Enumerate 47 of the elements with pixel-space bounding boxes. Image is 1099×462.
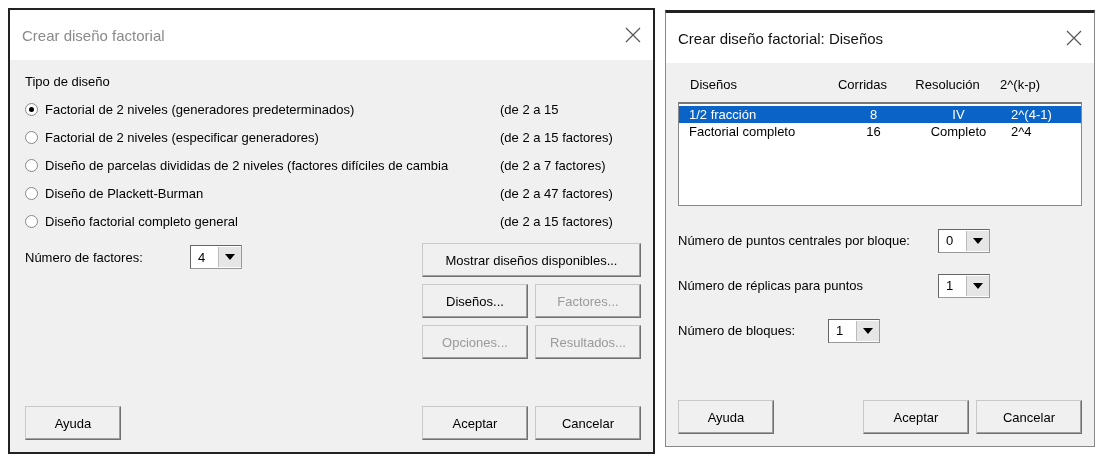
radio-dot[interactable] xyxy=(25,186,38,200)
help-button[interactable]: Ayuda xyxy=(678,400,774,434)
dialog-button[interactable]: Aceptar xyxy=(863,400,969,434)
dialog-button[interactable]: Diseños... xyxy=(422,284,528,318)
column-header: Corridas xyxy=(836,77,889,92)
column-header: 2^(k-p) xyxy=(1000,77,1042,92)
column-header: Resolución xyxy=(914,77,981,92)
dropdown-field[interactable]: 4 xyxy=(190,245,242,269)
dialog-button[interactable]: Aceptar xyxy=(422,406,528,440)
dialog-button[interactable]: Cancelar xyxy=(976,400,1082,434)
radio-dot[interactable] xyxy=(25,102,38,116)
design-type-radio[interactable]: Diseño de parcelas divididas de 2 niveles (factores difíciles de cambia xyxy=(25,157,500,173)
field-label: Número de réplicas para puntos xyxy=(678,278,864,293)
close-icon[interactable] xyxy=(1066,30,1082,46)
factor-range: (de 2 a 15 factores) xyxy=(500,129,614,145)
field-label: Número de puntos centrales por bloque: xyxy=(678,233,911,248)
design-type-radio[interactable]: Diseño de Plackett-Burman xyxy=(25,185,500,201)
factor-range: (de 2 a 7 factores) xyxy=(500,157,607,173)
design-row[interactable]: Factorial completo 16 Completo 2^4 xyxy=(679,123,1081,140)
field-label: Número de bloques: xyxy=(678,323,797,338)
radio-dot[interactable] xyxy=(25,130,38,144)
designs-list[interactable]: 1/2 fracción 8 IV 2^(4-1) Factorial completo 16 Completo 2^4 xyxy=(678,102,1082,206)
dropdown-field[interactable]: 1 xyxy=(828,318,880,343)
radio-dot[interactable] xyxy=(25,214,38,228)
design-row[interactable]: 1/2 fracción 8 IV 2^(4-1) xyxy=(679,106,1081,123)
design-type-radio[interactable]: Factorial de 2 niveles (generadores predeterminados) xyxy=(25,101,500,117)
dropdown-arrow-icon[interactable] xyxy=(863,327,873,334)
section-label: Tipo de diseño xyxy=(25,74,111,89)
design-type-radio[interactable]: Diseño factorial completo general xyxy=(25,213,500,229)
dropdown-arrow-icon[interactable] xyxy=(225,254,235,260)
close-icon[interactable] xyxy=(625,27,641,43)
show-designs-button[interactable]: Mostrar diseños disponibles... xyxy=(422,243,641,277)
radio-dot[interactable] xyxy=(25,158,38,172)
dropdown-arrow-icon[interactable] xyxy=(973,282,983,289)
factors-label: Número de factores: xyxy=(25,249,144,265)
help-button[interactable]: Ayuda xyxy=(25,406,121,440)
dropdown-arrow-icon[interactable] xyxy=(973,237,983,244)
dialog-button[interactable]: Cancelar xyxy=(535,406,641,440)
dropdown-field[interactable]: 1 xyxy=(938,273,990,298)
factor-range: (de 2 a 15 xyxy=(500,101,560,117)
factor-range: (de 2 a 15 factores) xyxy=(500,213,614,229)
dropdown-field[interactable]: 0 xyxy=(938,228,990,253)
column-header: Diseños xyxy=(690,77,738,92)
window-title: Crear diseño factorial: Diseños xyxy=(678,29,884,47)
factor-range: (de 2 a 47 factores) xyxy=(500,185,614,201)
window-title: Crear diseño factorial xyxy=(22,26,165,44)
design-type-radio[interactable]: Factorial de 2 niveles (especificar generadores) xyxy=(25,129,500,145)
